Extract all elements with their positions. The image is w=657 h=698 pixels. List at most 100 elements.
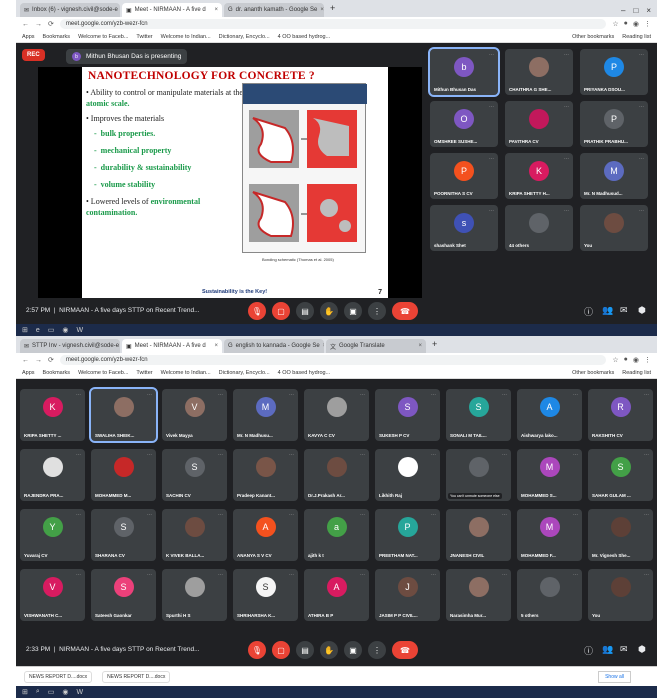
- start-icon[interactable]: ⊞: [22, 688, 28, 696]
- participant-tile[interactable]: ⋯ You: [580, 205, 648, 251]
- participant-tile[interactable]: S ⋯ SACHIN CV: [162, 449, 227, 501]
- participant-tile[interactable]: s ⋯ shashank Shet: [430, 205, 498, 251]
- participant-tile[interactable]: ⋯ Dr.J.Prakash Ar...: [304, 449, 369, 501]
- participant-tile[interactable]: ⋯ PAVITHRA CV: [505, 101, 573, 147]
- participant-tile[interactable]: A ⋯ Aishwarya lako...: [517, 389, 582, 441]
- raise-hand-button[interactable]: ✋: [320, 641, 338, 659]
- back-icon[interactable]: ←: [22, 357, 29, 364]
- bookmark-item[interactable]: Welcome to Indian...: [161, 34, 211, 40]
- forward-icon[interactable]: →: [35, 21, 42, 28]
- participant-tile[interactable]: S ⋯ SONALI M TAIL...: [446, 389, 511, 441]
- present-button[interactable]: ▣: [344, 302, 362, 320]
- participant-tile[interactable]: S ⋯ SHRIHARSHA K...: [233, 569, 298, 621]
- participant-tile[interactable]: ⋯ Spurthi H S: [162, 569, 227, 621]
- activities-icon[interactable]: ⬢: [638, 644, 646, 655]
- participant-tile[interactable]: b ⋯ Mithun Bhusan Das: [428, 47, 500, 97]
- bookmark-item[interactable]: Welcome to Indian...: [161, 370, 211, 376]
- participant-tile[interactable]: V ⋯ Vivek Mayya: [162, 389, 227, 441]
- profile-icon[interactable]: ◉: [633, 356, 639, 364]
- reload-icon[interactable]: ⟳: [48, 20, 54, 28]
- participant-tile[interactable]: ⋯ RAJENDRA PRA...: [20, 449, 85, 501]
- participant-tile[interactable]: S ⋯ SUKESH P CV: [375, 389, 440, 441]
- profile-icon[interactable]: ◉: [633, 20, 639, 28]
- reading-list[interactable]: Reading list: [622, 34, 651, 40]
- participant-tile[interactable]: ⋯ JNANESH CIVIL: [446, 509, 511, 561]
- participant-tile[interactable]: ⋯ Pradeep Kanant...: [233, 449, 298, 501]
- participant-tile[interactable]: O ⋯ OMSHREE SUSHE...: [430, 101, 498, 147]
- participant-tile[interactable]: ⋯ Mr. Vignesh She...: [588, 509, 653, 561]
- word-icon[interactable]: W: [77, 327, 84, 334]
- chat-icon[interactable]: ✉: [620, 644, 628, 655]
- captions-button[interactable]: ▤: [296, 641, 314, 659]
- close-tab-icon[interactable]: ×: [214, 343, 218, 349]
- participant-tile[interactable]: Y ⋯ Yuvaraj CV: [20, 509, 85, 561]
- search-icon[interactable]: ⌕: [36, 688, 40, 696]
- bookmark-item[interactable]: 4 OO based hydrog...: [278, 370, 331, 376]
- people-icon[interactable]: 👥: [602, 644, 613, 655]
- activities-icon[interactable]: ⬢: [638, 305, 646, 316]
- new-tab-button[interactable]: +: [326, 3, 339, 17]
- bookmark-item[interactable]: Bookmarks: [43, 34, 71, 40]
- other-bookmarks[interactable]: Other bookmarks: [572, 370, 614, 376]
- url-input[interactable]: meet.google.com/yzb-wezr-fcn: [59, 19, 607, 29]
- maximize-icon[interactable]: □: [633, 6, 638, 15]
- mic-toggle-button[interactable]: 🎙: [248, 302, 266, 320]
- chrome-icon[interactable]: ◉: [62, 326, 68, 334]
- leave-call-button[interactable]: ☎: [392, 302, 418, 320]
- explorer-icon[interactable]: ▭: [48, 688, 55, 696]
- browser-tab[interactable]: Genglish to kannada - Google Se×: [224, 339, 324, 353]
- edge-icon[interactable]: e: [36, 327, 40, 334]
- bookmark-item[interactable]: Twitter: [136, 370, 152, 376]
- close-window-icon[interactable]: ×: [646, 6, 651, 15]
- participant-tile[interactable]: ⋯ Narasimha Mur...: [446, 569, 511, 621]
- participant-tile[interactable]: S ⋯ Sateesh Gaonkar: [91, 569, 156, 621]
- star-icon[interactable]: ☆: [612, 356, 618, 364]
- present-button[interactable]: ▣: [344, 641, 362, 659]
- camera-toggle-button[interactable]: ▢: [272, 302, 290, 320]
- people-icon[interactable]: 👥: [602, 305, 613, 316]
- bookmark-item[interactable]: Dictionary, Encyclo...: [219, 370, 270, 376]
- participant-tile[interactable]: M ⋯ MOHAMMED S...: [517, 449, 582, 501]
- bookmark-item[interactable]: Apps: [22, 370, 35, 376]
- bookmark-item[interactable]: Apps: [22, 34, 35, 40]
- camera-toggle-button[interactable]: ▢: [272, 641, 290, 659]
- participant-tile[interactable]: ⋯ 5 others: [517, 569, 582, 621]
- participant-tile[interactable]: K ⋯ KRIPA SHETTY H...: [505, 153, 573, 199]
- close-tab-icon[interactable]: ×: [214, 7, 218, 13]
- new-tab-button[interactable]: +: [428, 339, 441, 353]
- forward-icon[interactable]: →: [35, 357, 42, 364]
- participant-tile[interactable]: ⋯ CHAITHRA G SHE...: [505, 49, 573, 95]
- participant-tile[interactable]: ⋯ You can't unmute someone else: [446, 449, 511, 501]
- bookmark-item[interactable]: Twitter: [136, 34, 152, 40]
- star-icon[interactable]: ☆: [612, 20, 618, 28]
- bookmark-item[interactable]: Bookmarks: [43, 370, 71, 376]
- bookmark-item[interactable]: 4 OO based hydrog...: [278, 34, 331, 40]
- participant-tile[interactable]: S ⋯ SHARANA CV: [91, 509, 156, 561]
- participant-tile[interactable]: ⋯ You: [588, 569, 653, 621]
- extension-icon[interactable]: ●: [624, 20, 628, 28]
- participant-tile[interactable]: M ⋯ MOHAMMED F...: [517, 509, 582, 561]
- browser-tab[interactable]: ✉Inbox (6) - vignesh.civil@sode-e×: [20, 3, 120, 17]
- browser-tab[interactable]: 文 Google Translate ×: [326, 339, 426, 353]
- participant-tile[interactable]: ⋯ MOHAMMED M...: [91, 449, 156, 501]
- participant-tile[interactable]: R ⋯ RAKSHITH CV: [588, 389, 653, 441]
- reading-list[interactable]: Reading list: [622, 370, 651, 376]
- bookmark-item[interactable]: Welcome to Faceb...: [78, 370, 128, 376]
- mic-toggle-button[interactable]: 🎙: [248, 641, 266, 659]
- other-bookmarks[interactable]: Other bookmarks: [572, 34, 614, 40]
- browser-tab-active[interactable]: ▣ Meet - NIRMAAN - A five d ×: [122, 339, 222, 353]
- chat-icon[interactable]: ✉: [620, 305, 628, 316]
- participant-tile[interactable]: ⋯ KAVYA C CV: [304, 389, 369, 441]
- reload-icon[interactable]: ⟳: [48, 356, 54, 364]
- participant-tile[interactable]: ⋯ Likhith Raj: [375, 449, 440, 501]
- participant-tile[interactable]: P ⋯ PRATHIK PRABHU...: [580, 101, 648, 147]
- leave-call-button[interactable]: ☎: [392, 641, 418, 659]
- browser-tab-active[interactable]: ▣ Meet - NIRMAAN - A five d ×: [122, 3, 222, 17]
- show-all-downloads-button[interactable]: Show all: [598, 670, 631, 683]
- download-item[interactable]: NEWS REPORT D....docx: [24, 670, 93, 683]
- more-options-button[interactable]: ⋮: [368, 641, 386, 659]
- word-icon[interactable]: W: [77, 689, 84, 696]
- raise-hand-button[interactable]: ✋: [320, 302, 338, 320]
- back-icon[interactable]: ←: [22, 21, 29, 28]
- captions-button[interactable]: ▤: [296, 302, 314, 320]
